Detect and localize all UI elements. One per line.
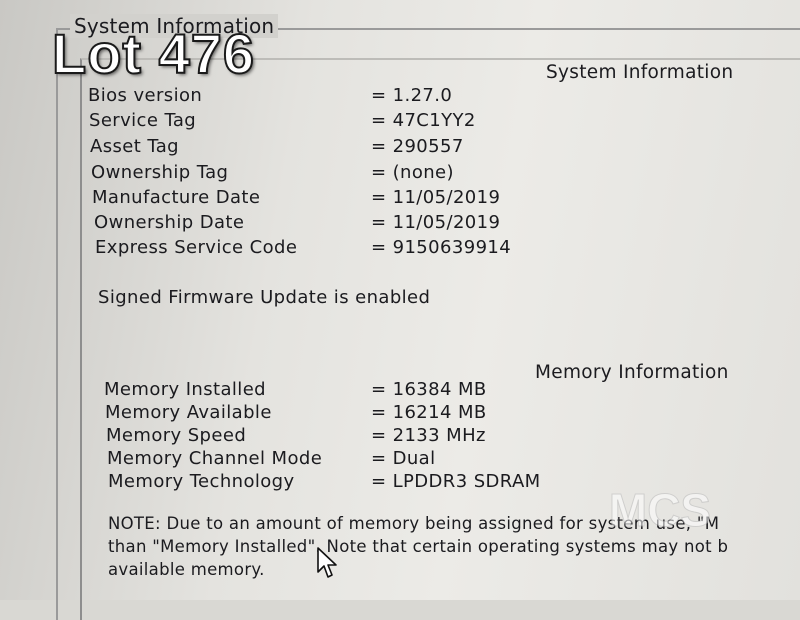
note-line: than "Memory Installed". Note that certa… xyxy=(108,537,729,556)
info-value: = 290557 xyxy=(371,136,464,157)
firmware-status-text: Signed Firmware Update is enabled xyxy=(98,287,431,308)
bios-screen: System Information System Information Bi… xyxy=(0,0,800,620)
memory-value: = 16214 MB xyxy=(371,402,487,423)
info-label: Express Service Code xyxy=(95,237,298,258)
info-value: = 1.27.0 xyxy=(371,85,453,106)
memory-info-heading: Memory Information xyxy=(535,362,729,383)
lot-number-overlay: Lot 476 xyxy=(51,22,256,85)
note-line: available memory. xyxy=(108,560,265,579)
memory-label: Memory Technology xyxy=(108,471,295,492)
memory-value: = LPDDR3 SDRAM xyxy=(371,471,541,492)
system-info-heading: System Information xyxy=(546,62,734,83)
watermark-text: MCS xyxy=(609,486,711,534)
info-label: Ownership Date xyxy=(94,212,245,233)
info-value: = 9150639914 xyxy=(371,237,512,258)
info-value: = 11/05/2019 xyxy=(371,187,501,208)
watermark-logo: MCS xyxy=(608,486,711,534)
info-label: Asset Tag xyxy=(90,136,179,157)
info-label: Manufacture Date xyxy=(92,187,261,208)
info-label: Bios version xyxy=(88,85,203,106)
memory-value: = Dual xyxy=(371,448,436,469)
info-value: = 47C1YY2 xyxy=(371,110,476,131)
info-value: = 11/05/2019 xyxy=(371,212,501,233)
info-value: = (none) xyxy=(371,162,454,183)
memory-label: Memory Speed xyxy=(106,425,247,446)
memory-label: Memory Channel Mode xyxy=(107,448,323,469)
memory-value: = 16384 MB xyxy=(371,379,487,400)
memory-label: Memory Available xyxy=(105,402,272,423)
info-label: Ownership Tag xyxy=(91,162,229,183)
info-label: Service Tag xyxy=(89,110,197,131)
memory-label: Memory Installed xyxy=(104,379,267,400)
mouse-pointer-icon xyxy=(317,547,337,578)
memory-value: = 2133 MHz xyxy=(371,425,486,446)
